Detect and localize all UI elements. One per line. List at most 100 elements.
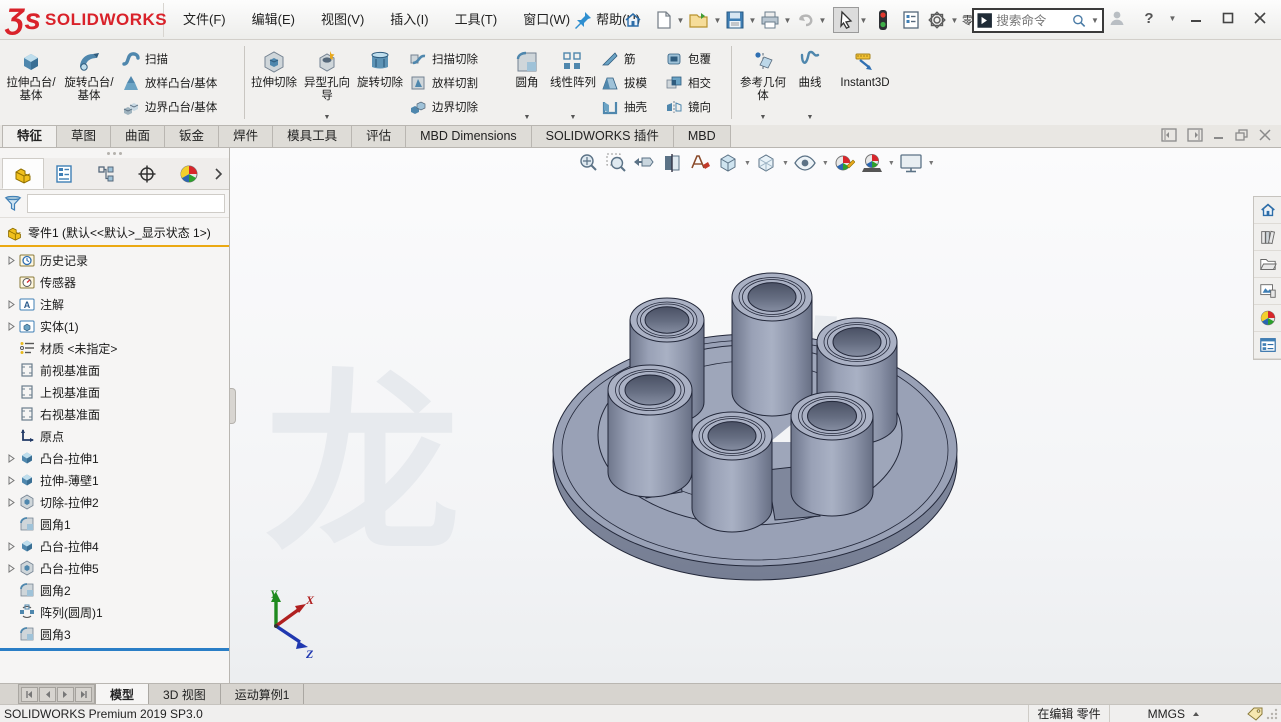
tab-mold-tools[interactable]: 模具工具 [272, 125, 352, 147]
boundary-cut-button[interactable]: 边界切除 [409, 96, 501, 118]
tab-features[interactable]: 特征 [2, 125, 57, 147]
section-view-button[interactable] [659, 150, 685, 176]
reference-geometry-dropdown[interactable]: ▼ [760, 114, 767, 123]
draft-button[interactable]: 拔模 [601, 72, 657, 94]
tab-3d-views[interactable]: 3D 视图 [149, 684, 221, 704]
filter-funnel-icon[interactable] [4, 195, 22, 213]
menu-tools[interactable]: 工具(T) [442, 7, 511, 33]
print-button[interactable] [757, 7, 783, 33]
hole-wizard-button[interactable]: 异型孔向导 ▼ [299, 42, 355, 123]
tree-item-cut-extrude2[interactable]: 切除-拉伸2 [0, 491, 229, 513]
open-dropdown[interactable]: ▼ [713, 16, 722, 25]
shell-button[interactable]: 抽壳 [601, 96, 657, 118]
fillet-button[interactable]: 圆角 ▼ [505, 42, 549, 123]
close-button[interactable] [1247, 6, 1273, 30]
doc-close-icon[interactable] [1259, 129, 1271, 141]
expand-arrow-icon[interactable] [4, 454, 18, 463]
tree-item-sensors[interactable]: 传感器 [0, 271, 229, 293]
tree-item-origin[interactable]: 原点 [0, 425, 229, 447]
design-library-button[interactable] [1254, 224, 1281, 251]
tree-item-fillet1[interactable]: 圆角1 [0, 513, 229, 535]
collapse-right-pane-icon[interactable] [1187, 128, 1203, 142]
tag-icon[interactable] [1247, 707, 1263, 721]
edit-appearance-button[interactable] [831, 150, 857, 176]
hide-show-items-button[interactable] [791, 150, 819, 176]
select-tool-button[interactable] [833, 7, 859, 33]
part-model-3d[interactable] [230, 148, 1281, 683]
tree-item-history[interactable]: 历史记录 [0, 249, 229, 271]
custom-properties-button[interactable] [1254, 332, 1281, 359]
extrude-cut-button[interactable]: 拉伸切除 [249, 42, 299, 123]
rebuild-button[interactable] [874, 7, 892, 33]
expand-arrow-icon[interactable] [4, 542, 18, 551]
new-document-button[interactable] [652, 7, 676, 33]
linear-pattern-button[interactable]: 线性阵列 ▼ [549, 42, 597, 123]
whats-wrong-button[interactable] [898, 7, 924, 33]
linear-pattern-dropdown[interactable]: ▼ [570, 114, 577, 123]
display-style-dropdown[interactable]: ▼ [781, 160, 789, 167]
save-button[interactable] [722, 7, 748, 33]
doc-restore-icon[interactable] [1235, 129, 1249, 141]
sw-resources-button[interactable] [1254, 197, 1281, 224]
view-orientation-button[interactable] [715, 150, 741, 176]
scroll-next-button[interactable] [57, 687, 74, 702]
tab-mbd[interactable]: MBD [673, 125, 731, 147]
help-dropdown[interactable]: ▼ [1168, 14, 1177, 23]
save-dropdown[interactable]: ▼ [748, 16, 757, 25]
collapse-left-pane-icon[interactable] [1161, 128, 1177, 142]
instant3d-button[interactable]: Instant3D [830, 42, 900, 123]
scroll-prev-button[interactable] [39, 687, 56, 702]
tree-item-fillet2[interactable]: 圆角2 [0, 579, 229, 601]
units-selector[interactable]: MMGS [1148, 707, 1185, 721]
select-tool-dropdown[interactable]: ▼ [859, 16, 868, 25]
new-document-dropdown[interactable]: ▼ [676, 16, 685, 25]
tree-item-fillet3[interactable]: 圆角3 [0, 623, 229, 645]
print-dropdown[interactable]: ▼ [783, 16, 792, 25]
rollback-bar[interactable] [0, 648, 229, 651]
menu-edit[interactable]: 编辑(E) [239, 7, 308, 33]
tree-item-boss-extrude4[interactable]: 凸台-拉伸4 [0, 535, 229, 557]
options-gear-button[interactable] [924, 7, 950, 33]
menu-file[interactable]: 文件(F) [170, 7, 239, 33]
search-icon[interactable] [1072, 13, 1086, 29]
previous-view-button[interactable] [631, 150, 657, 176]
zoom-to-area-button[interactable] [603, 150, 629, 176]
expand-arrow-icon[interactable] [4, 476, 18, 485]
view-settings-dropdown[interactable]: ▼ [927, 160, 935, 167]
zoom-to-fit-button[interactable] [575, 150, 601, 176]
expand-arrow-icon[interactable] [4, 256, 18, 265]
tab-dimxpert-manager[interactable] [127, 158, 169, 189]
undo-dropdown[interactable]: ▼ [818, 16, 827, 25]
tree-root-part[interactable]: 零件1 (默认<<默认>_显示状态 1>) [0, 220, 229, 244]
minimize-button[interactable] [1183, 6, 1209, 30]
rib-button[interactable]: 筋 [601, 48, 657, 70]
sweep-cut-button[interactable]: 扫描切除 [409, 48, 501, 70]
options-dropdown[interactable]: ▼ [950, 16, 959, 25]
search-command-box[interactable]: ▼ [972, 8, 1104, 33]
panel-grip[interactable] [0, 148, 229, 158]
expand-arrow-icon[interactable] [4, 564, 18, 573]
expand-arrow-icon[interactable] [4, 498, 18, 507]
home-button[interactable] [620, 7, 646, 33]
maximize-button[interactable] [1215, 6, 1241, 30]
tree-item-boss-extrude1[interactable]: 凸台-拉伸1 [0, 447, 229, 469]
fillet-dropdown[interactable]: ▼ [524, 114, 531, 123]
pin-menu-icon[interactable] [572, 9, 594, 31]
revolve-boss-button[interactable]: 旋转凸台/基体 [60, 42, 118, 123]
boundary-button[interactable]: 边界凸台/基体 [122, 96, 236, 118]
open-button[interactable] [685, 7, 713, 33]
tab-sheet-metal[interactable]: 钣金 [164, 125, 219, 147]
loft-button[interactable]: 放样凸台/基体 [122, 72, 236, 94]
view-palette-button[interactable] [1254, 278, 1281, 305]
hole-wizard-dropdown[interactable]: ▼ [324, 114, 331, 123]
hide-show-items-dropdown[interactable]: ▼ [821, 160, 829, 167]
tab-solidworks-addins[interactable]: SOLIDWORKS 插件 [531, 125, 674, 147]
tab-evaluate[interactable]: 评估 [351, 125, 406, 147]
tab-feature-manager[interactable] [2, 158, 44, 189]
display-style-button[interactable] [753, 150, 779, 176]
undo-button[interactable] [792, 7, 818, 33]
tab-sketch[interactable]: 草图 [56, 125, 111, 147]
tab-motion-study[interactable]: 运动算例1 [221, 684, 305, 704]
appearances-scenes-button[interactable] [1254, 305, 1281, 332]
expand-arrow-icon[interactable] [4, 300, 18, 309]
